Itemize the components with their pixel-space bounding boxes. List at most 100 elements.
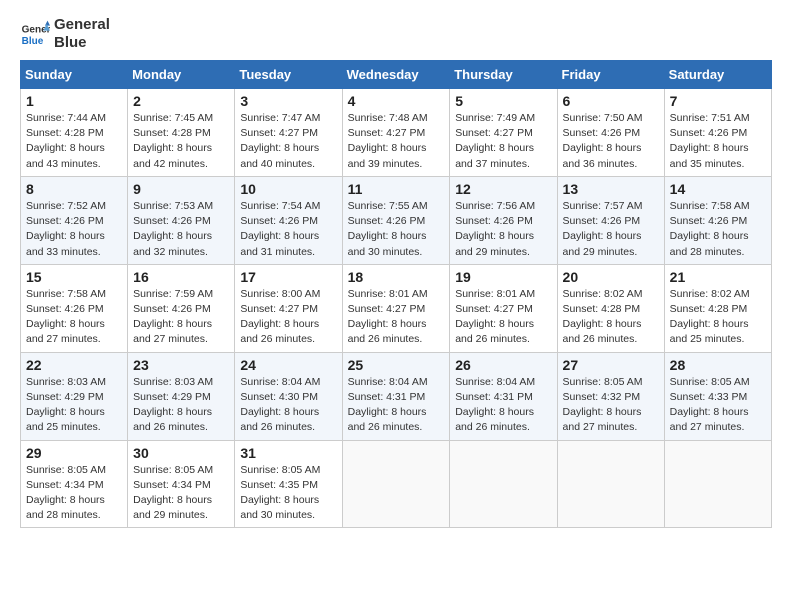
header-saturday: Saturday xyxy=(664,61,771,89)
calendar-week-4: 22 Sunrise: 8:03 AM Sunset: 4:29 PM Dayl… xyxy=(21,352,772,440)
day-info: Sunrise: 7:58 AM Sunset: 4:26 PM Dayligh… xyxy=(670,199,766,260)
day-number: 26 xyxy=(455,357,551,373)
header-wednesday: Wednesday xyxy=(342,61,450,89)
calendar-cell: 13 Sunrise: 7:57 AM Sunset: 4:26 PM Dayl… xyxy=(557,176,664,264)
day-number: 7 xyxy=(670,93,766,109)
calendar-cell: 26 Sunrise: 8:04 AM Sunset: 4:31 PM Dayl… xyxy=(450,352,557,440)
day-info: Sunrise: 8:00 AM Sunset: 4:27 PM Dayligh… xyxy=(240,287,336,348)
day-info: Sunrise: 8:01 AM Sunset: 4:27 PM Dayligh… xyxy=(348,287,445,348)
header-sunday: Sunday xyxy=(21,61,128,89)
day-info: Sunrise: 7:53 AM Sunset: 4:26 PM Dayligh… xyxy=(133,199,229,260)
day-info: Sunrise: 7:47 AM Sunset: 4:27 PM Dayligh… xyxy=(240,111,336,172)
day-number: 19 xyxy=(455,269,551,285)
calendar-cell xyxy=(342,440,450,528)
calendar-cell xyxy=(557,440,664,528)
day-number: 15 xyxy=(26,269,122,285)
calendar-cell: 11 Sunrise: 7:55 AM Sunset: 4:26 PM Dayl… xyxy=(342,176,450,264)
day-info: Sunrise: 7:50 AM Sunset: 4:26 PM Dayligh… xyxy=(563,111,659,172)
logo: General Blue General Blue xyxy=(20,16,110,52)
calendar-cell: 23 Sunrise: 8:03 AM Sunset: 4:29 PM Dayl… xyxy=(128,352,235,440)
day-info: Sunrise: 8:05 AM Sunset: 4:34 PM Dayligh… xyxy=(26,463,122,524)
day-number: 16 xyxy=(133,269,229,285)
calendar-cell: 12 Sunrise: 7:56 AM Sunset: 4:26 PM Dayl… xyxy=(450,176,557,264)
day-info: Sunrise: 7:55 AM Sunset: 4:26 PM Dayligh… xyxy=(348,199,445,260)
calendar-cell: 25 Sunrise: 8:04 AM Sunset: 4:31 PM Dayl… xyxy=(342,352,450,440)
day-number: 4 xyxy=(348,93,445,109)
day-number: 21 xyxy=(670,269,766,285)
day-number: 8 xyxy=(26,181,122,197)
calendar-cell: 19 Sunrise: 8:01 AM Sunset: 4:27 PM Dayl… xyxy=(450,264,557,352)
day-number: 11 xyxy=(348,181,445,197)
day-info: Sunrise: 8:05 AM Sunset: 4:35 PM Dayligh… xyxy=(240,463,336,524)
day-number: 5 xyxy=(455,93,551,109)
day-number: 28 xyxy=(670,357,766,373)
day-number: 2 xyxy=(133,93,229,109)
calendar-week-1: 1 Sunrise: 7:44 AM Sunset: 4:28 PM Dayli… xyxy=(21,89,772,177)
day-info: Sunrise: 8:01 AM Sunset: 4:27 PM Dayligh… xyxy=(455,287,551,348)
calendar-cell xyxy=(664,440,771,528)
calendar-cell: 10 Sunrise: 7:54 AM Sunset: 4:26 PM Dayl… xyxy=(235,176,342,264)
day-info: Sunrise: 7:56 AM Sunset: 4:26 PM Dayligh… xyxy=(455,199,551,260)
calendar-cell: 1 Sunrise: 7:44 AM Sunset: 4:28 PM Dayli… xyxy=(21,89,128,177)
day-number: 3 xyxy=(240,93,336,109)
header-monday: Monday xyxy=(128,61,235,89)
calendar-cell: 7 Sunrise: 7:51 AM Sunset: 4:26 PM Dayli… xyxy=(664,89,771,177)
calendar-cell: 22 Sunrise: 8:03 AM Sunset: 4:29 PM Dayl… xyxy=(21,352,128,440)
day-number: 20 xyxy=(563,269,659,285)
day-number: 29 xyxy=(26,445,122,461)
day-info: Sunrise: 7:52 AM Sunset: 4:26 PM Dayligh… xyxy=(26,199,122,260)
day-number: 6 xyxy=(563,93,659,109)
calendar-cell: 20 Sunrise: 8:02 AM Sunset: 4:28 PM Dayl… xyxy=(557,264,664,352)
day-number: 10 xyxy=(240,181,336,197)
day-info: Sunrise: 7:58 AM Sunset: 4:26 PM Dayligh… xyxy=(26,287,122,348)
calendar-cell: 24 Sunrise: 8:04 AM Sunset: 4:30 PM Dayl… xyxy=(235,352,342,440)
day-info: Sunrise: 7:57 AM Sunset: 4:26 PM Dayligh… xyxy=(563,199,659,260)
calendar-cell: 29 Sunrise: 8:05 AM Sunset: 4:34 PM Dayl… xyxy=(21,440,128,528)
calendar-cell: 15 Sunrise: 7:58 AM Sunset: 4:26 PM Dayl… xyxy=(21,264,128,352)
day-number: 9 xyxy=(133,181,229,197)
calendar-week-2: 8 Sunrise: 7:52 AM Sunset: 4:26 PM Dayli… xyxy=(21,176,772,264)
day-number: 30 xyxy=(133,445,229,461)
header-thursday: Thursday xyxy=(450,61,557,89)
calendar-cell: 6 Sunrise: 7:50 AM Sunset: 4:26 PM Dayli… xyxy=(557,89,664,177)
day-number: 17 xyxy=(240,269,336,285)
svg-text:Blue: Blue xyxy=(22,36,44,47)
calendar-cell: 2 Sunrise: 7:45 AM Sunset: 4:28 PM Dayli… xyxy=(128,89,235,177)
page-header: General Blue General Blue xyxy=(20,16,772,52)
day-info: Sunrise: 8:03 AM Sunset: 4:29 PM Dayligh… xyxy=(133,375,229,436)
day-number: 1 xyxy=(26,93,122,109)
day-info: Sunrise: 7:48 AM Sunset: 4:27 PM Dayligh… xyxy=(348,111,445,172)
calendar-table: SundayMondayTuesdayWednesdayThursdayFrid… xyxy=(20,60,772,528)
day-info: Sunrise: 8:04 AM Sunset: 4:31 PM Dayligh… xyxy=(348,375,445,436)
calendar-cell: 8 Sunrise: 7:52 AM Sunset: 4:26 PM Dayli… xyxy=(21,176,128,264)
calendar-cell: 3 Sunrise: 7:47 AM Sunset: 4:27 PM Dayli… xyxy=(235,89,342,177)
day-info: Sunrise: 7:49 AM Sunset: 4:27 PM Dayligh… xyxy=(455,111,551,172)
day-info: Sunrise: 8:05 AM Sunset: 4:34 PM Dayligh… xyxy=(133,463,229,524)
calendar-cell: 31 Sunrise: 8:05 AM Sunset: 4:35 PM Dayl… xyxy=(235,440,342,528)
day-number: 27 xyxy=(563,357,659,373)
calendar-header: SundayMondayTuesdayWednesdayThursdayFrid… xyxy=(21,61,772,89)
calendar-week-5: 29 Sunrise: 8:05 AM Sunset: 4:34 PM Dayl… xyxy=(21,440,772,528)
day-number: 13 xyxy=(563,181,659,197)
day-number: 22 xyxy=(26,357,122,373)
calendar-cell: 21 Sunrise: 8:02 AM Sunset: 4:28 PM Dayl… xyxy=(664,264,771,352)
calendar-cell: 14 Sunrise: 7:58 AM Sunset: 4:26 PM Dayl… xyxy=(664,176,771,264)
calendar-week-3: 15 Sunrise: 7:58 AM Sunset: 4:26 PM Dayl… xyxy=(21,264,772,352)
day-info: Sunrise: 8:03 AM Sunset: 4:29 PM Dayligh… xyxy=(26,375,122,436)
calendar-cell: 5 Sunrise: 7:49 AM Sunset: 4:27 PM Dayli… xyxy=(450,89,557,177)
day-info: Sunrise: 7:51 AM Sunset: 4:26 PM Dayligh… xyxy=(670,111,766,172)
calendar-cell: 4 Sunrise: 7:48 AM Sunset: 4:27 PM Dayli… xyxy=(342,89,450,177)
day-number: 14 xyxy=(670,181,766,197)
day-info: Sunrise: 7:59 AM Sunset: 4:26 PM Dayligh… xyxy=(133,287,229,348)
day-info: Sunrise: 7:45 AM Sunset: 4:28 PM Dayligh… xyxy=(133,111,229,172)
calendar-cell: 28 Sunrise: 8:05 AM Sunset: 4:33 PM Dayl… xyxy=(664,352,771,440)
calendar-cell: 9 Sunrise: 7:53 AM Sunset: 4:26 PM Dayli… xyxy=(128,176,235,264)
day-info: Sunrise: 7:54 AM Sunset: 4:26 PM Dayligh… xyxy=(240,199,336,260)
day-info: Sunrise: 8:04 AM Sunset: 4:31 PM Dayligh… xyxy=(455,375,551,436)
header-friday: Friday xyxy=(557,61,664,89)
day-info: Sunrise: 8:05 AM Sunset: 4:33 PM Dayligh… xyxy=(670,375,766,436)
day-info: Sunrise: 8:02 AM Sunset: 4:28 PM Dayligh… xyxy=(670,287,766,348)
day-info: Sunrise: 8:02 AM Sunset: 4:28 PM Dayligh… xyxy=(563,287,659,348)
day-number: 24 xyxy=(240,357,336,373)
day-number: 12 xyxy=(455,181,551,197)
